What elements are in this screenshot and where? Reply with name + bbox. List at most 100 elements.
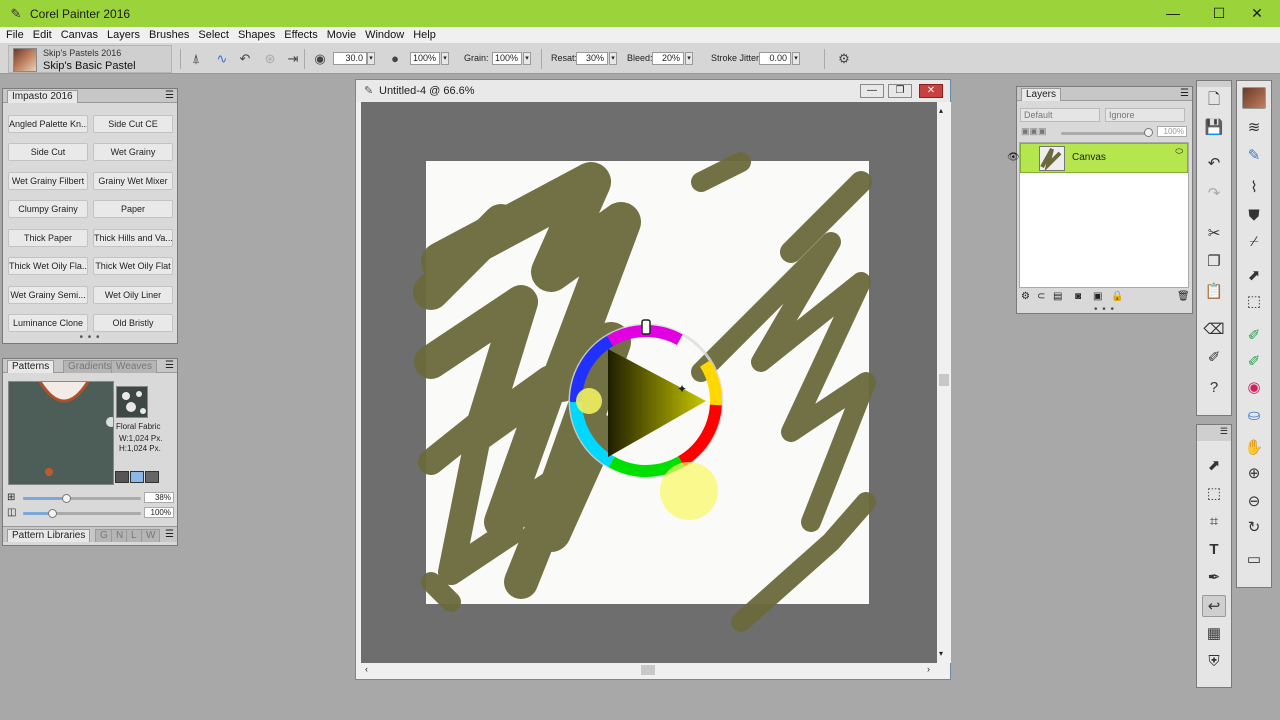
copy-icon[interactable]: ❐	[1202, 251, 1226, 273]
menu-canvas[interactable]: Canvas	[61, 29, 98, 41]
opacity-dropdown[interactable]: ▾	[441, 52, 449, 65]
minimize-icon[interactable]: —	[1150, 0, 1196, 27]
resat-field[interactable]: 30%	[576, 52, 608, 65]
preset-button[interactable]: Side Cut	[8, 143, 88, 161]
cut-icon[interactable]: ✂	[1202, 223, 1226, 245]
menu-help[interactable]: Help	[413, 29, 436, 41]
scroll-right-icon[interactable]: ›	[927, 664, 930, 674]
layer-opacity-knob[interactable]	[1144, 128, 1153, 137]
pattern-fill-icon[interactable]: ▦	[1202, 623, 1226, 645]
size-dropdown[interactable]: ▾	[367, 52, 375, 65]
grain-dropdown[interactable]: ▾	[523, 52, 531, 65]
menu-brushes[interactable]: Brushes	[149, 29, 189, 41]
zoom-out-icon[interactable]: ⊖	[1242, 491, 1266, 513]
save-icon[interactable]: 💾	[1202, 117, 1226, 139]
scroll-left-icon[interactable]: ‹	[365, 664, 368, 674]
layer-mask-icon[interactable]: ◙	[1075, 291, 1081, 302]
redo-icon[interactable]: ↷	[1202, 183, 1226, 205]
menu-movie[interactable]: Movie	[327, 29, 356, 41]
preset-button[interactable]: Grainy Wet Mixer	[93, 172, 173, 190]
text-icon[interactable]: T	[1202, 539, 1226, 561]
menu-file[interactable]: File	[6, 29, 24, 41]
new-group-icon[interactable]: ▤	[1053, 291, 1062, 302]
doc-close-button[interactable]: ✕	[919, 84, 943, 98]
brush-selector[interactable]: Skip's Pastels 2016 Skip's Basic Pastel	[8, 45, 172, 73]
eraser-icon[interactable]: ⌫	[1202, 319, 1226, 341]
resat-dropdown[interactable]: ▾	[609, 52, 617, 65]
eraser-tool-icon[interactable]: ⌿	[1242, 231, 1266, 253]
link-layers-icon[interactable]: ⊂	[1037, 291, 1045, 302]
pattern-mode-icon[interactable]	[115, 471, 129, 483]
lock-icons[interactable]: ▣▣▣	[1021, 126, 1047, 137]
panel-menu-icon[interactable]: ☰	[165, 529, 174, 540]
layer-opacity-track[interactable]	[1061, 132, 1151, 135]
scroll-down-icon[interactable]: ▾	[939, 649, 943, 658]
rect-select-icon[interactable]: ⬚	[1242, 291, 1266, 313]
doc-minimize-button[interactable]: —	[860, 84, 884, 98]
pen-icon[interactable]: ✒	[1202, 567, 1226, 589]
dab-stencil-icon[interactable]: ⊛	[262, 51, 278, 67]
preset-button[interactable]: Wet Grainy Semi...	[8, 286, 88, 304]
opacity-field[interactable]: 100%	[410, 52, 440, 65]
composite-method-select[interactable]: Default	[1020, 108, 1100, 122]
vertical-scroll-thumb[interactable]	[939, 374, 949, 386]
preset-button[interactable]: Thick Wet Oily Flat	[93, 257, 173, 275]
new-layer-icon[interactable]: ▣	[1093, 291, 1102, 302]
scale-slider-knob[interactable]	[62, 494, 71, 503]
panel-resize-handle[interactable]: • • •	[1017, 304, 1192, 315]
preset-button[interactable]: Wet Grainy Filbert	[8, 172, 88, 190]
freehand-stroke-icon[interactable]: ∿	[214, 51, 230, 67]
bleed-dropdown[interactable]: ▾	[685, 52, 693, 65]
zoom-in-icon[interactable]: ⊕	[1242, 463, 1266, 485]
horizontal-scrollbar[interactable]: ‹ ›	[361, 663, 937, 677]
brush-tool-icon[interactable]	[1242, 87, 1266, 109]
grain-field[interactable]: 100%	[492, 52, 522, 65]
delete-layer-icon[interactable]: 🗑	[1177, 291, 1190, 302]
lock-layer-icon[interactable]: 🔒	[1111, 291, 1123, 302]
toolbar-grip[interactable]	[1197, 81, 1231, 87]
panel-menu-icon[interactable]: ☰	[165, 90, 174, 101]
clone-tool-icon[interactable]: ✐	[1242, 325, 1266, 347]
close-icon[interactable]: ✕	[1234, 0, 1280, 27]
tab-impasto[interactable]: Impasto 2016	[7, 90, 78, 103]
preset-button[interactable]: Angled Palette Kn...	[8, 115, 88, 133]
menu-window[interactable]: Window	[365, 29, 404, 41]
eye-icon[interactable]: 👁	[1007, 152, 1020, 163]
menu-shapes[interactable]: Shapes	[238, 29, 275, 41]
clone-source-icon[interactable]: ↩	[1202, 595, 1226, 617]
panel-menu-icon[interactable]: ☰	[165, 360, 174, 371]
crop-icon[interactable]: ⌗	[1202, 511, 1226, 533]
tab-gradients[interactable]: Gradients	[63, 360, 117, 373]
selection-icon[interactable]: ⬚	[1202, 483, 1226, 505]
tab-pattern-libraries[interactable]: Pattern Libraries	[7, 529, 91, 542]
layer-adjuster-icon[interactable]: ⬈	[1202, 455, 1226, 477]
grabber-icon[interactable]: ✋	[1242, 437, 1266, 459]
paint-bucket-icon[interactable]: ⛊	[1242, 205, 1266, 227]
scroll-up-icon[interactable]: ▴	[939, 106, 943, 115]
brush-selector-icon[interactable]: ✐	[1202, 347, 1226, 369]
tab-patterns[interactable]: Patterns	[7, 360, 55, 373]
brush-library-icon[interactable]: ≋	[1242, 117, 1266, 139]
brush-icon[interactable]: ✎	[1242, 145, 1266, 167]
mixer-icon[interactable]: ⛀	[1242, 405, 1266, 427]
paste-icon[interactable]: 📋	[1202, 281, 1226, 303]
composite-depth-select[interactable]: Ignore	[1105, 108, 1185, 122]
help-icon[interactable]: ?	[1202, 377, 1226, 399]
tab-layers[interactable]: Layers	[1021, 88, 1062, 101]
color-wheel-icon[interactable]: ◉	[1242, 377, 1266, 399]
preset-button[interactable]: Old Bristly	[93, 314, 173, 332]
screen-mode-icon[interactable]: ▭	[1242, 549, 1266, 571]
pattern-preview[interactable]	[8, 381, 114, 485]
brush-tool-icon[interactable]: ⍋	[188, 51, 204, 67]
toolbox-header[interactable]: ☰	[1197, 425, 1231, 441]
scale-value[interactable]: 38%	[144, 492, 174, 503]
menu-edit[interactable]: Edit	[33, 29, 52, 41]
brush-ghost-icon[interactable]: ⇥	[285, 51, 301, 67]
stamp-icon[interactable]: ⛨	[1202, 651, 1226, 673]
opacity-value[interactable]: 100%	[144, 507, 174, 518]
rotate-page-icon[interactable]: ↻	[1242, 517, 1266, 539]
layer-commands-icon[interactable]: ⚙	[1021, 291, 1030, 302]
opacity-slider-knob[interactable]	[48, 509, 57, 518]
preset-button[interactable]: Luminance Clone	[8, 314, 88, 332]
doc-maximize-button[interactable]: ❐	[888, 84, 912, 98]
